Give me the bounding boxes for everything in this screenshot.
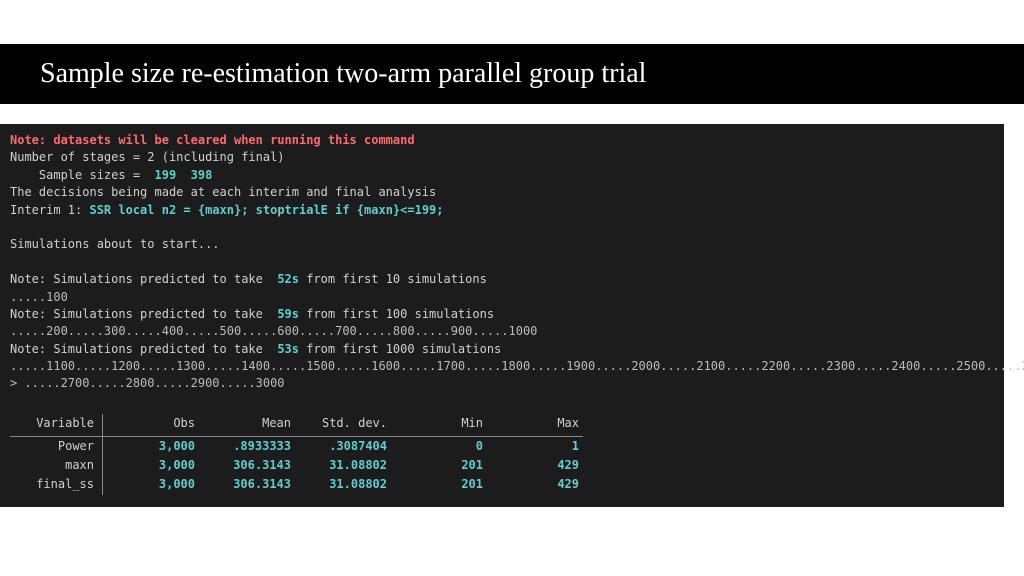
decisions-line: The decisions being made at each interim… xyxy=(10,184,994,201)
terminal-output: Note: datasets will be cleared when runn… xyxy=(0,124,1004,507)
sim-start: Simulations about to start... xyxy=(10,236,994,253)
table-row: maxn 3,000 306.3143 31.08802 201 429 xyxy=(10,456,583,475)
col-variable: Variable xyxy=(10,414,103,436)
progress-dots-3: .....1100.....1200.....1300.....1400....… xyxy=(10,358,994,375)
col-min: Min xyxy=(391,414,487,436)
table-header-row: Variable Obs Mean Std. dev. Min Max xyxy=(10,414,583,436)
table-row: Power 3,000 .8933333 .3087404 0 1 xyxy=(10,436,583,456)
note-warning: Note: datasets will be cleared when runn… xyxy=(10,132,994,149)
progress-dots-4: > .....2700.....2800.....2900.....3000 xyxy=(10,375,994,392)
pred-line-3: Note: Simulations predicted to take 53s … xyxy=(10,341,994,358)
stages-line: Number of stages = 2 (including final) xyxy=(10,149,994,166)
pred-line-1: Note: Simulations predicted to take 52s … xyxy=(10,271,994,288)
progress-dots-1: .....100 xyxy=(10,289,994,306)
col-max: Max xyxy=(487,414,583,436)
col-mean: Mean xyxy=(199,414,295,436)
progress-dots-2: .....200.....300.....400.....500.....600… xyxy=(10,323,994,340)
col-sd: Std. dev. xyxy=(295,414,391,436)
pred-line-2: Note: Simulations predicted to take 59s … xyxy=(10,306,994,323)
sample-sizes: Sample sizes = 199 398 xyxy=(10,167,994,184)
col-obs: Obs xyxy=(103,414,200,436)
table-row: final_ss 3,000 306.3143 31.08802 201 429 xyxy=(10,475,583,494)
interim-line: Interim 1: SSR local n2 = {maxn}; stoptr… xyxy=(10,202,994,219)
summary-table: Variable Obs Mean Std. dev. Min Max Powe… xyxy=(10,414,583,495)
slide-title: Sample size re-estimation two-arm parall… xyxy=(0,44,1024,104)
